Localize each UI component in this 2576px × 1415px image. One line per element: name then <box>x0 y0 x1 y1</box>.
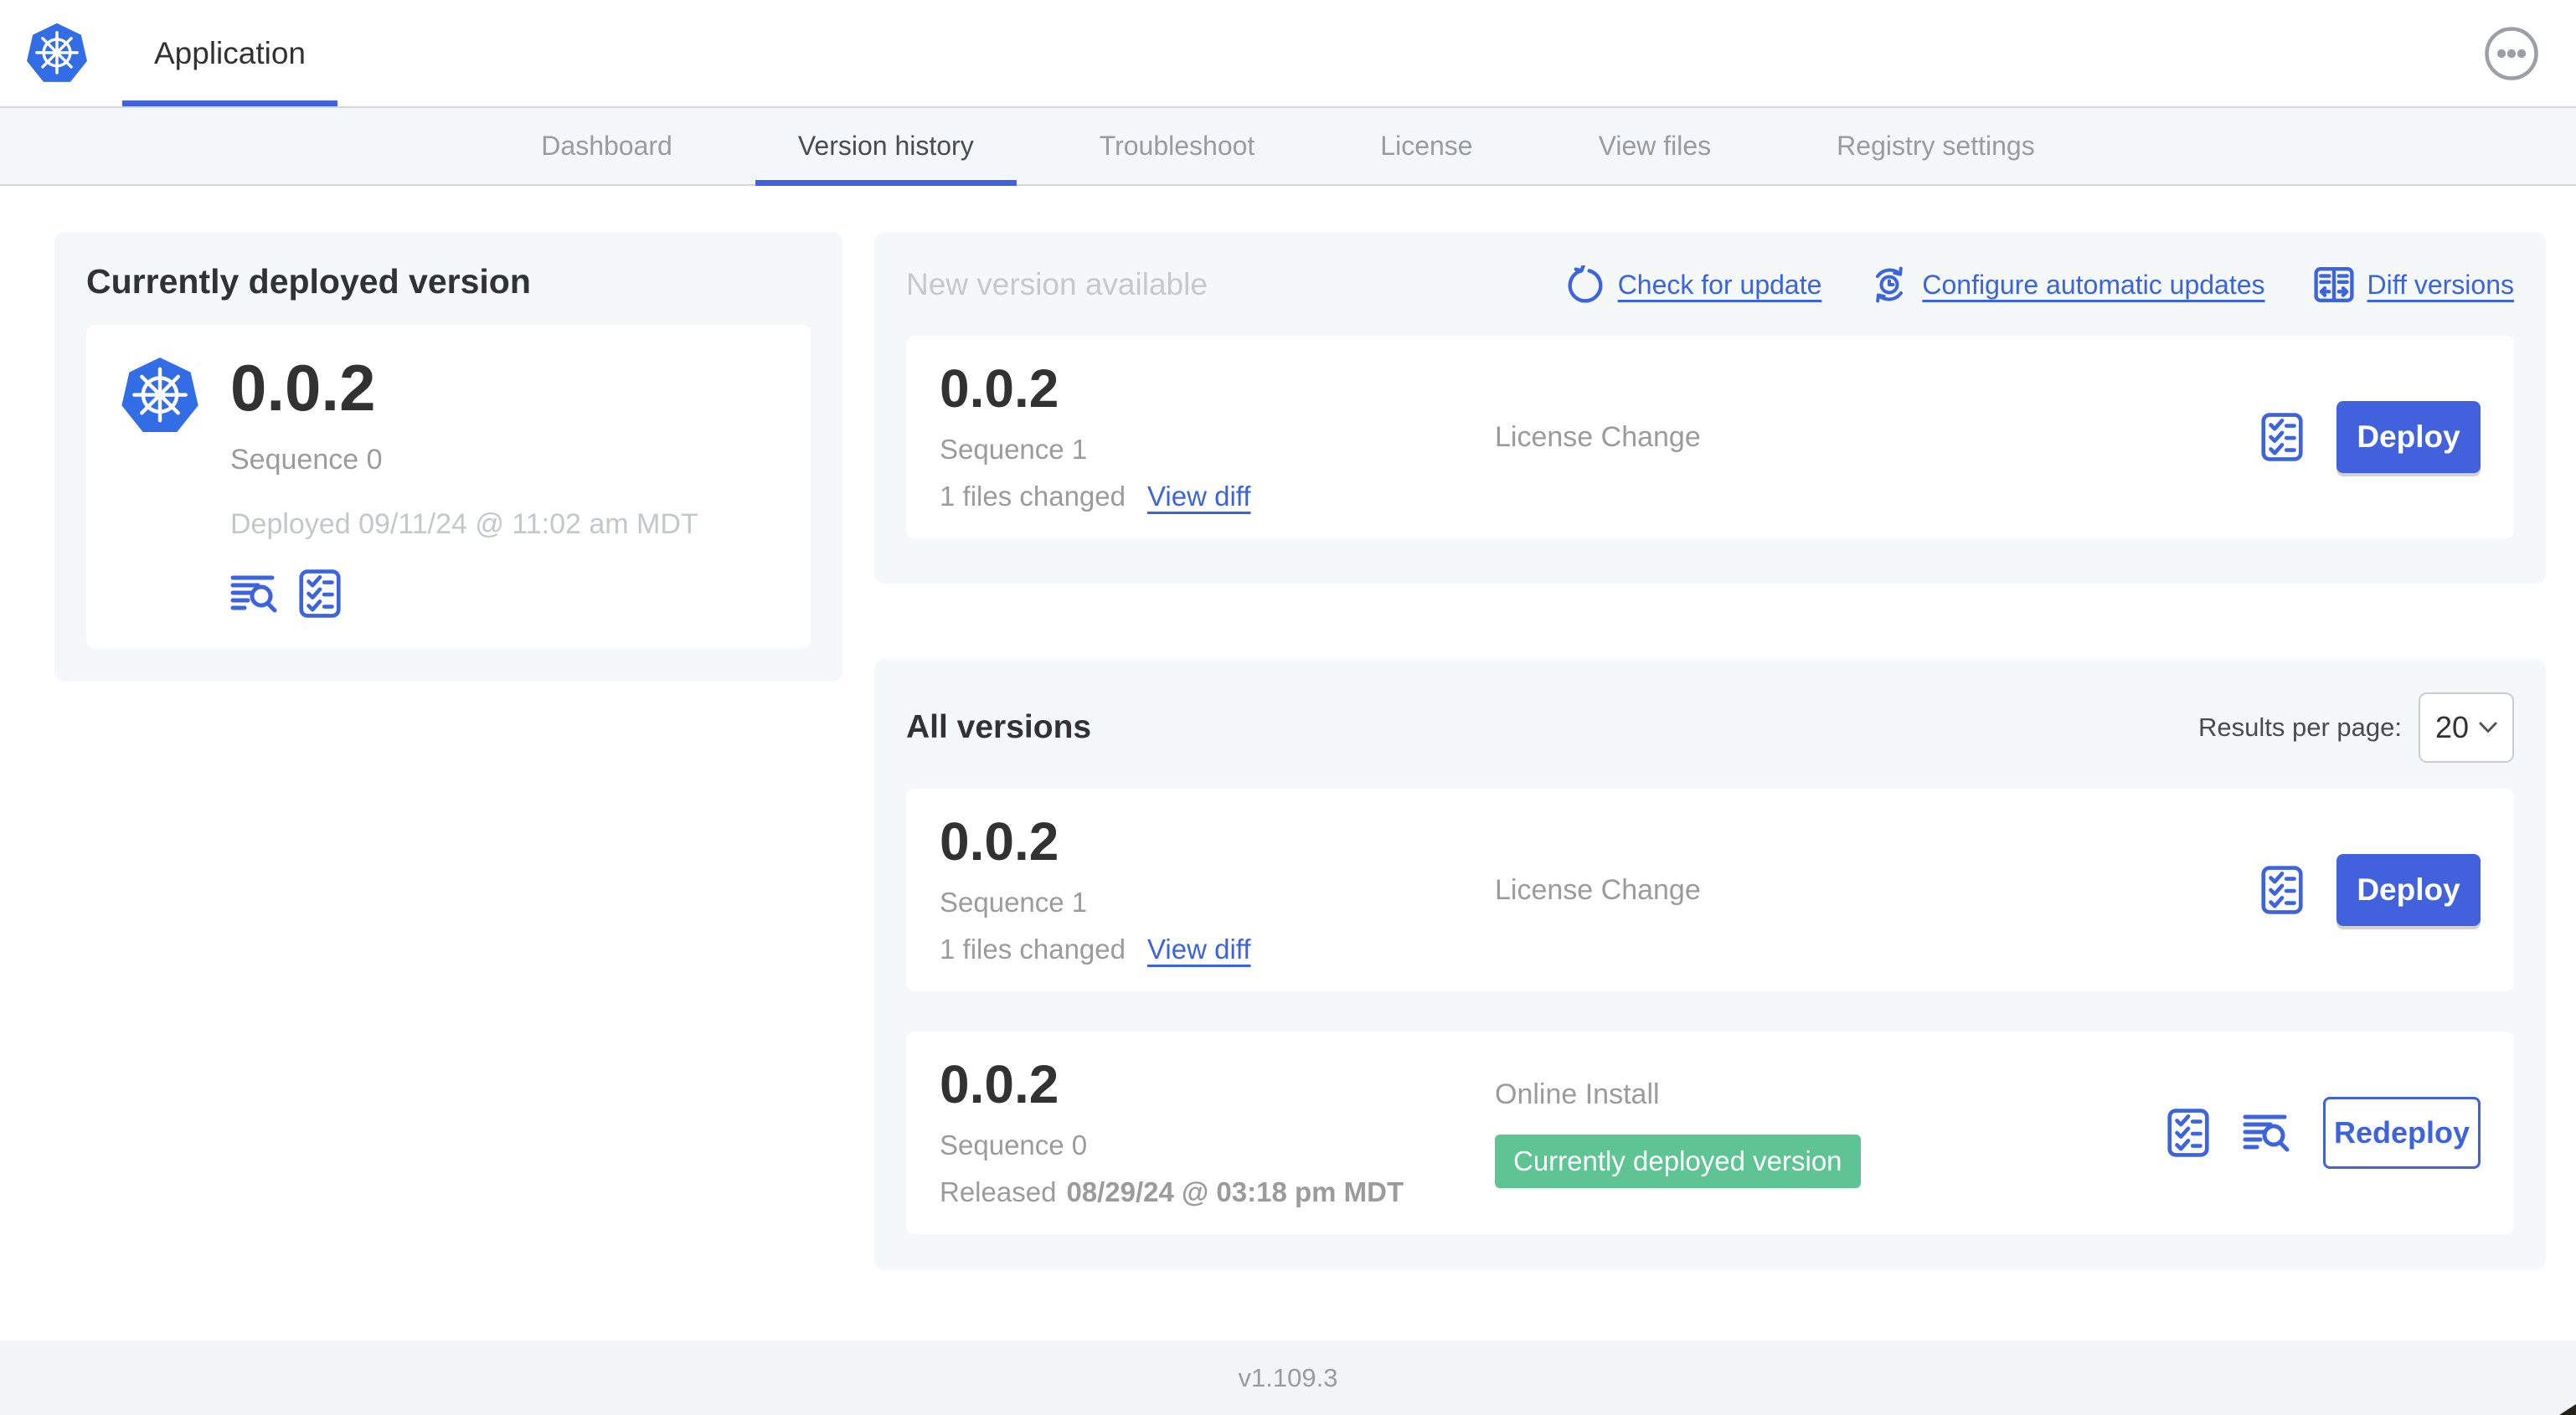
check-for-update-link[interactable]: Check for update <box>1566 265 1822 304</box>
files-changed-count: 1 files changed <box>940 934 1126 965</box>
redeploy-button[interactable]: Redeploy <box>2323 1097 2481 1169</box>
view-logs-button[interactable] <box>2243 1114 2290 1152</box>
checklist-icon <box>2261 413 2303 461</box>
version-info: 0.0.2 Sequence 1 1 files changed View di… <box>940 362 1495 512</box>
diff-versions-link[interactable]: Diff versions <box>2313 265 2514 304</box>
all-versions-panel: All versions Results per page: 20 0.0.2 … <box>874 659 2546 1270</box>
checklist-icon <box>2167 1109 2209 1157</box>
kubernetes-logo-icon <box>27 23 87 82</box>
version-number: 0.0.2 <box>940 1054 1059 1114</box>
current-version-deployed-date: Deployed 09/11/24 @ 11:02 am MDT <box>230 508 698 540</box>
view-diff-link[interactable]: View diff <box>1147 934 1251 965</box>
right-column: New version available Check for update C… <box>874 232 2546 1270</box>
files-changed-row: 1 files changed View diff <box>940 934 1495 965</box>
deploy-button[interactable]: Deploy <box>2336 401 2481 473</box>
version-released-date: Released 08/29/24 @ 03:18 pm MDT <box>940 1176 1495 1208</box>
version-actions: Redeploy <box>2167 1097 2481 1169</box>
version-source-column: License Change <box>1495 874 2261 907</box>
configure-automatic-updates-link[interactable]: Configure automatic updates <box>1870 265 2265 304</box>
version-row-sequence-1: 0.0.2 Sequence 1 1 files changed View di… <box>906 789 2514 991</box>
version-source-column: License Change <box>1495 421 2261 454</box>
logs-icon <box>2243 1114 2290 1152</box>
version-info: 0.0.2 Sequence 1 1 files changed View di… <box>940 815 1495 965</box>
nav-tab-view-files[interactable]: View files <box>1536 108 1775 184</box>
footer: v1.109.3 <box>0 1340 2576 1415</box>
preflight-checks-button[interactable] <box>299 569 341 618</box>
version-row-sequence-0: 0.0.2 Sequence 0 Released 08/29/24 @ 03:… <box>906 1032 2514 1234</box>
released-prefix: Released <box>940 1176 1057 1207</box>
all-versions-title: All versions <box>906 709 1092 745</box>
app-title-tab[interactable]: Application <box>122 0 338 106</box>
files-changed-count: 1 files changed <box>940 481 1126 512</box>
version-sequence: Sequence 1 <box>940 434 1088 465</box>
checklist-icon <box>299 569 341 618</box>
chevron-down-icon <box>2479 722 2497 733</box>
configure-automatic-updates-label: Configure automatic updates <box>1922 269 2265 300</box>
update-actions: Check for update Configure automatic upd… <box>1566 265 2514 304</box>
results-per-page-label: Results per page: <box>2198 713 2402 742</box>
new-version-header: New version available Check for update C… <box>906 264 2514 306</box>
version-source-column: Online Install Currently deployed versio… <box>1495 1078 2167 1188</box>
app-title: Application <box>154 35 307 70</box>
nav-tab-registry-settings[interactable]: Registry settings <box>1774 108 2098 184</box>
version-source: License Change <box>1495 873 1701 906</box>
released-date: 08/29/24 @ 03:18 pm MDT <box>1066 1176 1404 1207</box>
checklist-icon <box>2261 866 2303 914</box>
console-version: v1.109.3 <box>1238 1362 1338 1392</box>
view-logs-button[interactable] <box>230 574 277 613</box>
version-number: 0.0.2 <box>940 358 1059 419</box>
preflight-checks-button[interactable] <box>2261 866 2303 914</box>
current-version-title: Currently deployed version <box>86 262 531 301</box>
results-per-page: Results per page: 20 <box>2198 692 2514 763</box>
main-content: Currently deployed version 0.0.2 Sequenc… <box>0 186 2576 1340</box>
preflight-checks-button[interactable] <box>2167 1109 2209 1157</box>
current-version-number: 0.0.2 <box>230 351 376 424</box>
deploy-button[interactable]: Deploy <box>2336 854 2481 926</box>
files-changed-row: 1 files changed View diff <box>940 481 1495 512</box>
diff-versions-label: Diff versions <box>2367 269 2514 300</box>
check-for-update-label: Check for update <box>1617 269 1822 300</box>
current-version-actions <box>230 569 698 618</box>
version-sequence: Sequence 0 <box>940 1129 1088 1160</box>
kubernetes-app-icon <box>121 357 198 432</box>
version-actions: Deploy <box>2261 854 2481 926</box>
version-info: 0.0.2 Sequence 0 Released 08/29/24 @ 03:… <box>940 1057 1495 1208</box>
view-diff-link[interactable]: View diff <box>1147 481 1251 512</box>
results-per-page-select[interactable]: 20 <box>2419 692 2514 763</box>
logs-icon <box>230 575 277 613</box>
auto-update-icon <box>1876 266 1904 303</box>
kots-admin-page: Application Dashboard Version history Tr… <box>0 0 2576 1415</box>
version-source: License Change <box>1495 420 1701 453</box>
version-sequence: Sequence 1 <box>940 887 1088 918</box>
nav-tab-troubleshoot[interactable]: Troubleshoot <box>1037 108 1318 184</box>
current-version-info: 0.0.2 Sequence 0 Deployed 09/11/24 @ 11:… <box>230 355 698 618</box>
nav-tab-license[interactable]: License <box>1317 108 1535 184</box>
app-subnav: Dashboard Version history Troubleshoot L… <box>0 106 2576 186</box>
nav-tab-dashboard[interactable]: Dashboard <box>478 108 735 184</box>
currently-deployed-badge: Currently deployed version <box>1495 1134 1861 1188</box>
nav-tab-version-history[interactable]: Version history <box>735 108 1037 186</box>
results-per-page-value: 20 <box>2434 710 2470 744</box>
version-source: Online Install <box>1495 1078 1660 1110</box>
new-version-row: 0.0.2 Sequence 1 1 files changed View di… <box>906 336 2514 538</box>
version-actions: Deploy <box>2261 401 2481 473</box>
current-version-panel: Currently deployed version 0.0.2 Sequenc… <box>54 232 842 682</box>
top-bar: Application <box>0 0 2576 106</box>
version-number: 0.0.2 <box>940 811 1059 872</box>
all-versions-header: All versions Results per page: 20 <box>906 692 2514 763</box>
ellipsis-menu-button[interactable] <box>2484 26 2539 81</box>
current-version-sequence: Sequence 0 <box>230 444 383 476</box>
current-version-card: 0.0.2 Sequence 0 Deployed 09/11/24 @ 11:… <box>86 325 811 648</box>
ellipsis-icon <box>2485 26 2538 80</box>
refresh-icon <box>1568 265 1603 303</box>
new-version-title: New version available <box>906 267 1208 301</box>
diff-icon <box>2313 267 2354 302</box>
preflight-checks-button[interactable] <box>2261 413 2303 461</box>
new-version-panel: New version available Check for update C… <box>874 232 2546 584</box>
